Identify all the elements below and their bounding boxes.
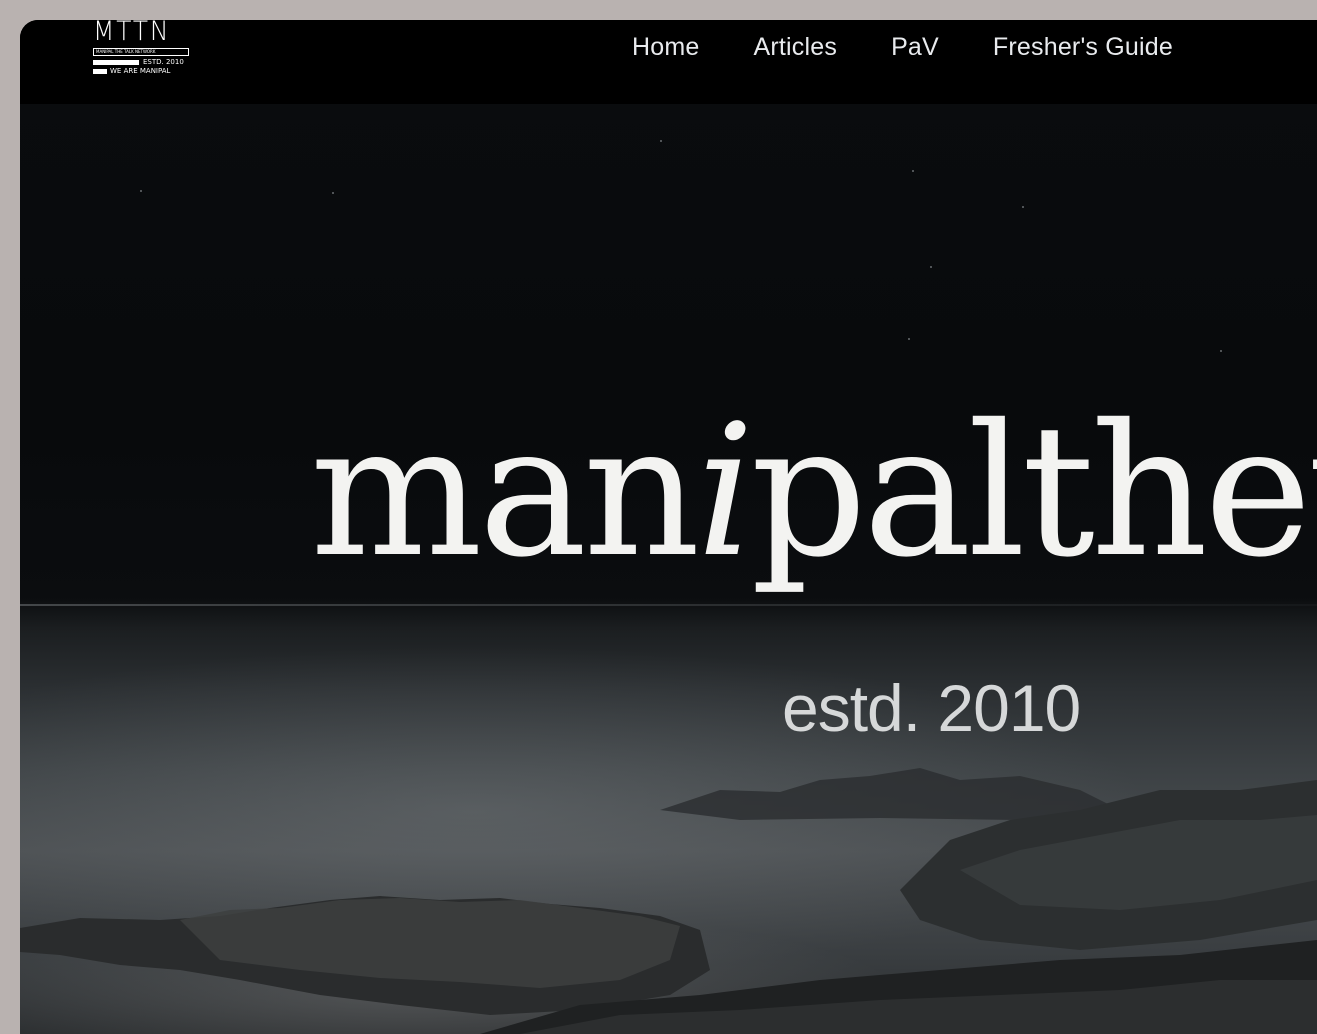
logo-bar	[93, 68, 107, 74]
logo-subtitle: MANIPAL THE TALK NETWORK	[93, 48, 189, 56]
nav-freshers-guide[interactable]: Fresher's Guide	[993, 33, 1173, 62]
nav-articles[interactable]: Articles	[754, 33, 838, 62]
nav-pav[interactable]: PaV	[891, 33, 939, 62]
wordmark-italic-i: i	[696, 385, 754, 597]
logo-estd: ESTD. 2010	[143, 58, 184, 66]
nav-links: Home Articles PaV Fresher's Guide	[632, 33, 1173, 62]
nav-home[interactable]: Home	[632, 33, 700, 62]
logo-tagline: WE ARE MANIPAL	[110, 67, 171, 75]
mttn-logo[interactable]: MTTN MANIPAL THE TALK NETWORK ESTD. 2010…	[93, 20, 191, 78]
wordmark-post: paltheta	[750, 385, 1317, 597]
logo-estd-row: ESTD. 2010	[93, 58, 189, 66]
logo-wordmark: MTTN	[93, 20, 171, 47]
logo-bar	[93, 59, 139, 65]
top-navigation-bar: MTTN MANIPAL THE TALK NETWORK ESTD. 2010…	[20, 20, 1317, 104]
hero-tagline: estd. 2010	[782, 671, 1081, 745]
logo-tagline-row: WE ARE MANIPAL	[93, 67, 189, 75]
hero-wordmark: manipaltheta	[310, 400, 1317, 582]
browser-viewport: MTTN MANIPAL THE TALK NETWORK ESTD. 2010…	[20, 20, 1317, 1034]
wordmark-pre: man	[310, 385, 700, 597]
